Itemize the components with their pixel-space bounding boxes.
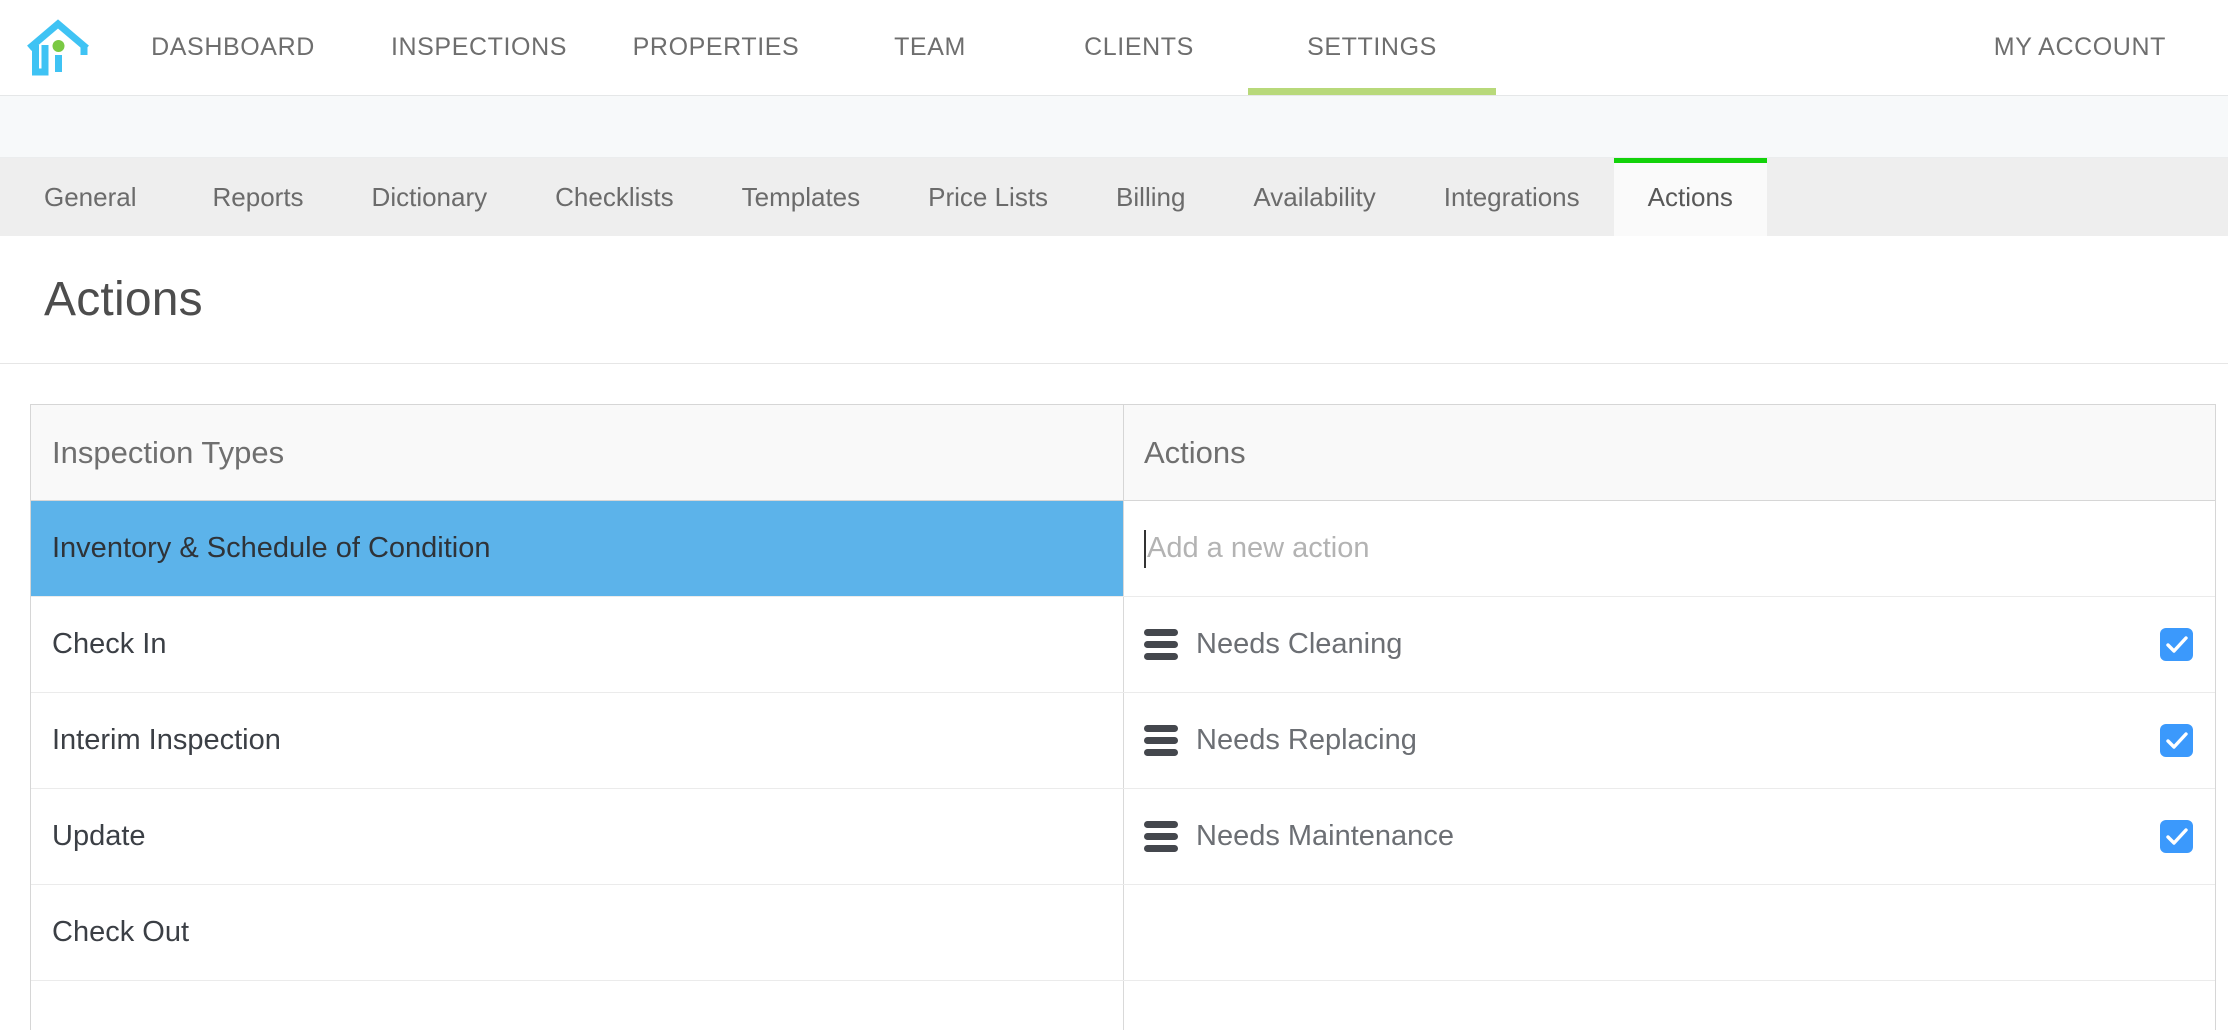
page-title: Actions <box>44 273 203 326</box>
tab-label-price-lists: Price Lists <box>928 181 1049 212</box>
header-label-actions: Actions <box>1144 434 1246 470</box>
tab-label-templates: Templates <box>741 181 861 212</box>
page-header: Actions <box>0 236 2228 364</box>
tab-integrations[interactable]: Integrations <box>1410 158 1614 236</box>
nav-label-properties: PROPERTIES <box>632 33 800 61</box>
inspection-type-row-selected[interactable]: Inventory & Schedule of Condition <box>31 501 1124 596</box>
nav-item-inspections[interactable]: INSPECTIONS <box>356 0 602 95</box>
table-row: Update Needs Maintenance <box>31 789 2215 885</box>
tab-label-general: General <box>44 181 137 212</box>
header-cell-inspection-types: Inspection Types <box>31 405 1124 500</box>
top-navigation-bar: DASHBOARD INSPECTIONS PROPERTIES TEAM CL… <box>0 0 2228 95</box>
header-label-inspection-types: Inspection Types <box>52 434 285 470</box>
nav-label-clients: CLIENTS <box>1084 33 1194 61</box>
tab-reports[interactable]: Reports <box>179 158 338 236</box>
drag-handle-icon[interactable] <box>1144 725 1178 756</box>
action-row-empty <box>1124 981 2215 1030</box>
action-label: Needs Replacing <box>1196 724 1417 756</box>
primary-nav-links: DASHBOARD INSPECTIONS PROPERTIES TEAM CL… <box>110 0 1994 95</box>
checkbox-checked-icon[interactable] <box>2160 628 2193 661</box>
table-header-row: Inspection Types Actions <box>31 405 2215 501</box>
tab-label-actions: Actions <box>1647 181 1733 212</box>
tab-label-dictionary: Dictionary <box>371 181 488 212</box>
action-enabled-toggle[interactable] <box>2160 820 2193 853</box>
tab-availability[interactable]: Availability <box>1219 158 1409 236</box>
drag-handle-icon[interactable] <box>1144 821 1178 852</box>
nav-item-properties[interactable]: PROPERTIES <box>602 0 830 95</box>
tab-general[interactable]: General <box>0 158 179 236</box>
nav-label-my-account: MY ACCOUNT <box>1993 33 2166 61</box>
tab-label-billing: Billing <box>1116 181 1186 212</box>
nav-item-my-account[interactable]: MY ACCOUNT <box>1994 0 2228 95</box>
action-row: Needs Cleaning <box>1124 597 2215 692</box>
table-row: Check Out <box>31 885 2215 981</box>
action-label: Needs Cleaning <box>1196 628 1403 660</box>
tab-label-availability: Availability <box>1253 181 1376 212</box>
nav-item-clients[interactable]: CLIENTS <box>1030 0 1248 95</box>
text-caret <box>1144 529 1146 568</box>
nav-label-dashboard: DASHBOARD <box>151 33 315 61</box>
tab-billing[interactable]: Billing <box>1082 158 1219 236</box>
checkbox-checked-icon[interactable] <box>2160 724 2193 757</box>
table-row <box>31 981 2215 1030</box>
tab-actions[interactable]: Actions <box>1613 158 1768 236</box>
inspection-type-label: Check In <box>52 628 167 660</box>
house-with-dot-logo-icon <box>27 18 89 78</box>
inspection-type-row[interactable]: Check Out <box>31 885 1124 980</box>
action-row-empty <box>1124 885 2215 980</box>
action-row: Needs Maintenance <box>1124 789 2215 884</box>
nav-label-inspections: INSPECTIONS <box>390 33 568 61</box>
header-cell-actions: Actions <box>1124 405 2215 500</box>
tab-templates[interactable]: Templates <box>708 158 895 236</box>
tab-checklists[interactable]: Checklists <box>521 158 707 236</box>
drag-handle-icon[interactable] <box>1144 629 1178 660</box>
tab-label-integrations: Integrations <box>1443 181 1580 212</box>
table-row: Check In Needs Cleaning <box>31 597 2215 693</box>
tab-dictionary[interactable]: Dictionary <box>338 158 522 236</box>
action-enabled-toggle[interactable] <box>2160 628 2193 661</box>
new-action-input[interactable]: Add a new action <box>1124 501 2215 596</box>
nav-label-team: TEAM <box>894 33 966 61</box>
inspection-type-label: Check Out <box>52 916 189 948</box>
actions-grid: Inspection Types Actions Inventory & Sch… <box>30 404 2216 1030</box>
nav-label-settings: SETTINGS <box>1307 33 1437 61</box>
tab-label-reports: Reports <box>212 181 304 212</box>
nav-item-team[interactable]: TEAM <box>830 0 1030 95</box>
table-row: Interim Inspection Needs Replacing <box>31 693 2215 789</box>
nav-item-settings[interactable]: SETTINGS <box>1248 0 1496 95</box>
subtab-bar-filler <box>1767 158 2228 236</box>
actions-table-area: Inspection Types Actions Inventory & Sch… <box>0 364 2228 1030</box>
new-action-placeholder: Add a new action <box>1147 532 1370 564</box>
inspection-type-label: Inventory & Schedule of Condition <box>52 532 491 564</box>
action-label: Needs Maintenance <box>1196 820 1454 852</box>
checkbox-checked-icon[interactable] <box>2160 820 2193 853</box>
action-row: Needs Replacing <box>1124 693 2215 788</box>
tab-price-lists[interactable]: Price Lists <box>894 158 1082 236</box>
inspection-type-row[interactable] <box>31 981 1124 1030</box>
settings-subtab-bar: General Reports Dictionary Checklists Te… <box>0 158 2228 236</box>
inspection-type-row[interactable]: Interim Inspection <box>31 693 1124 788</box>
inspection-type-row[interactable]: Check In <box>31 597 1124 692</box>
nav-item-dashboard[interactable]: DASHBOARD <box>110 0 356 95</box>
inspection-type-label: Interim Inspection <box>52 724 281 756</box>
inspection-type-label: Update <box>52 820 146 852</box>
tab-label-checklists: Checklists <box>555 181 674 212</box>
inspection-type-row[interactable]: Update <box>31 789 1124 884</box>
app-logo[interactable] <box>0 18 110 78</box>
table-row: Inventory & Schedule of Condition Add a … <box>31 501 2215 597</box>
action-enabled-toggle[interactable] <box>2160 724 2193 757</box>
header-spacer-band <box>0 95 2228 158</box>
